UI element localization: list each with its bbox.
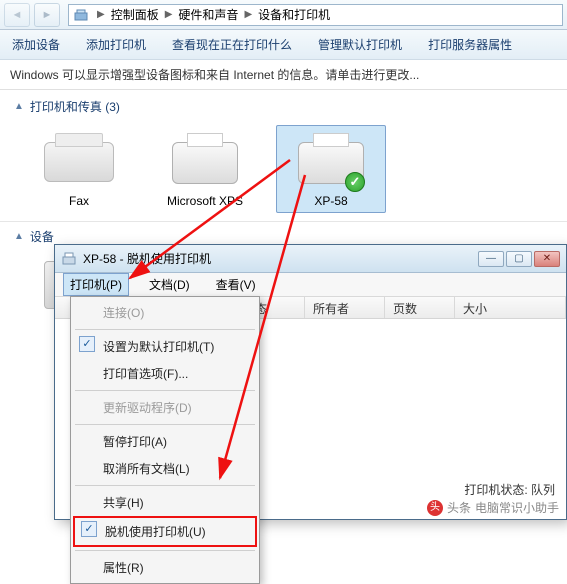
menu-cancel-all[interactable]: 取消所有文档(L) <box>73 455 257 482</box>
statusbar: 打印机状态: 队列 <box>464 481 555 498</box>
separator <box>75 424 255 425</box>
devices-icon <box>73 7 89 23</box>
watermark-badge-icon: 头 <box>427 500 443 516</box>
default-check-icon: ✓ <box>345 172 365 192</box>
close-button[interactable]: ✕ <box>534 251 560 267</box>
device-xp58[interactable]: ✓ XP-58 <box>276 125 386 213</box>
breadcrumb-root[interactable]: 控制面板 <box>109 5 161 24</box>
chevron-right-icon: ▶ <box>161 9 177 20</box>
printer-icon <box>165 130 245 190</box>
window-buttons: — ▢ ✕ <box>478 251 560 267</box>
separator <box>75 329 255 330</box>
section-heading-printers[interactable]: ▲ 打印机和传真 (3) <box>14 98 553 115</box>
add-printer-button[interactable]: 添加打印机 <box>86 36 146 53</box>
watermark-text: 电脑常识小助手 <box>475 499 559 516</box>
menu-use-offline[interactable]: ✓ 脱机使用打印机(U) <box>73 516 257 547</box>
watermark: 头 头条 电脑常识小助手 <box>427 499 559 516</box>
toolbar: 添加设备 添加打印机 查看现在正在打印什么 管理默认打印机 打印服务器属性 <box>0 30 567 60</box>
watermark-prefix: 头条 <box>447 499 471 516</box>
check-icon: ✓ <box>81 521 97 537</box>
menu-printer[interactable]: 打印机(P) <box>63 273 129 296</box>
chevron-right-icon: ▶ <box>240 9 256 20</box>
separator <box>75 390 255 391</box>
menu-update-driver: 更新驱动程序(D) <box>73 394 257 421</box>
menubar: 打印机(P) 文档(D) 查看(V) <box>55 273 566 297</box>
check-icon: ✓ <box>79 336 95 352</box>
minimize-button[interactable]: — <box>478 251 504 267</box>
address-bar: ◄ ► ▶ 控制面板 ▶ 硬件和声音 ▶ 设备和打印机 <box>0 0 567 30</box>
maximize-button[interactable]: ▢ <box>506 251 532 267</box>
manage-default-button[interactable]: 管理默认打印机 <box>318 36 402 53</box>
printers-section: ▲ 打印机和传真 (3) <box>0 90 567 119</box>
col-size[interactable]: 大小 <box>455 297 566 318</box>
printer-icon: ✓ <box>291 130 371 190</box>
add-device-button[interactable]: 添加设备 <box>12 36 60 53</box>
menu-document[interactable]: 文档(D) <box>143 274 196 295</box>
menu-connect: 连接(O) <box>73 299 257 326</box>
menu-properties[interactable]: 属性(R) <box>73 554 257 581</box>
back-button[interactable]: ◄ <box>4 3 30 27</box>
printer-icon <box>61 251 77 267</box>
breadcrumb-leaf[interactable]: 设备和打印机 <box>256 5 332 24</box>
device-xps[interactable]: Microsoft XPS <box>150 125 260 213</box>
device-fax[interactable]: Fax <box>24 125 134 213</box>
breadcrumb-mid[interactable]: 硬件和声音 <box>176 5 240 24</box>
collapse-arrow-icon: ▲ <box>14 231 24 242</box>
statusbar-text: 打印机状态: 队列 <box>464 481 555 498</box>
separator <box>75 485 255 486</box>
window-titlebar[interactable]: XP-58 - 脱机使用打印机 — ▢ ✕ <box>55 245 566 273</box>
menu-set-default[interactable]: ✓ 设置为默认打印机(T) <box>73 333 257 360</box>
breadcrumb[interactable]: ▶ 控制面板 ▶ 硬件和声音 ▶ 设备和打印机 <box>68 4 563 26</box>
print-server-props-button[interactable]: 打印服务器属性 <box>428 36 512 53</box>
menu-view[interactable]: 查看(V) <box>210 274 262 295</box>
separator <box>75 550 255 551</box>
device-label: XP-58 <box>314 194 347 208</box>
col-owner[interactable]: 所有者 <box>305 297 385 318</box>
section-heading-devices[interactable]: ▲ 设备 <box>14 228 553 245</box>
window-title: XP-58 - 脱机使用打印机 <box>83 250 472 267</box>
info-bar[interactable]: Windows 可以显示增强型设备图标和来自 Internet 的信息。请单击进… <box>0 60 567 90</box>
col-pages[interactable]: 页数 <box>385 297 455 318</box>
menu-pause[interactable]: 暂停打印(A) <box>73 428 257 455</box>
device-label: Fax <box>69 194 89 208</box>
info-bar-text: Windows 可以显示增强型设备图标和来自 Internet 的信息。请单击进… <box>10 68 419 82</box>
menu-printing-prefs[interactable]: 打印首选项(F)... <box>73 360 257 387</box>
menu-share[interactable]: 共享(H) <box>73 489 257 516</box>
chevron-right-icon: ▶ <box>93 9 109 20</box>
printer-menu-dropdown: 连接(O) ✓ 设置为默认打印机(T) 打印首选项(F)... 更新驱动程序(D… <box>70 296 260 584</box>
collapse-arrow-icon: ▲ <box>14 101 24 112</box>
view-printing-button[interactable]: 查看现在正在打印什么 <box>172 36 292 53</box>
fax-icon <box>39 130 119 190</box>
forward-button[interactable]: ► <box>34 3 60 27</box>
device-label: Microsoft XPS <box>167 194 243 208</box>
printer-grid: Fax Microsoft XPS ✓ XP-58 <box>0 119 567 221</box>
